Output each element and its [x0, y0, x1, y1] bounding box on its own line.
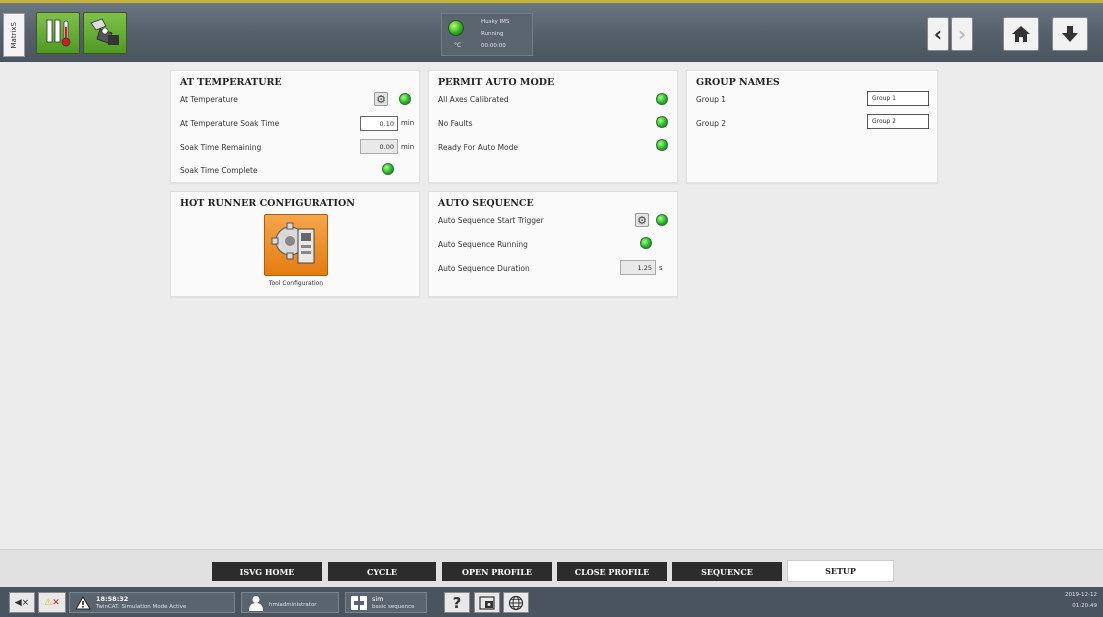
soak-time-label: At Temperature Soak Time	[180, 119, 280, 128]
mode-title: sim	[372, 595, 384, 603]
home-icon	[1012, 26, 1030, 42]
machine-state: Running	[481, 31, 504, 37]
group-1-label: Group 1	[696, 95, 726, 104]
bottom-tab-bar: ISVG HOME CYCLE OPEN PROFILE CLOSE PROFI…	[0, 549, 1103, 587]
date-readout: 2019-12-12	[1065, 592, 1097, 598]
axes-calibrated-label: All Axes Calibrated	[438, 95, 509, 104]
group-1-input[interactable]: Group 1	[867, 91, 929, 106]
user-panel[interactable]: hmiadministrator	[241, 592, 339, 613]
card-title: AUTO SEQUENCE	[438, 198, 534, 209]
top-bar: MatrixS Husky IMS Running °C 00:00:00 ‹ …	[0, 0, 1103, 62]
soak-remaining-value: 0.00	[360, 139, 398, 154]
start-trigger-label: Auto Sequence Start Trigger	[438, 216, 544, 225]
warning-icon	[75, 596, 91, 610]
at-temperature-card: AT TEMPERATURE At Temperature ⚙ At Tempe…	[170, 70, 420, 183]
machine-time: 00:00:00	[481, 43, 506, 49]
chevron-right-icon: ›	[957, 22, 967, 46]
machine-status-panel[interactable]: Husky IMS Running °C 00:00:00	[441, 13, 533, 56]
tab-open-profile[interactable]: OPEN PROFILE	[442, 562, 552, 581]
card-title: PERMIT AUTO MODE	[438, 77, 555, 88]
gear-tool-icon	[271, 222, 315, 264]
tab-sequence[interactable]: SEQUENCE	[672, 562, 782, 581]
soak-remaining-unit: min	[401, 143, 415, 151]
mute-button[interactable]: ◀×	[9, 592, 35, 613]
question-mark-icon: ?	[452, 593, 462, 612]
card-title: GROUP NAMES	[696, 77, 780, 88]
alarm-time: 18:58:32	[96, 595, 129, 603]
settings-gear-icon[interactable]: ⚙	[635, 213, 649, 227]
user-name: hmiadministrator	[269, 602, 317, 608]
alarm-panel[interactable]: 18:58:32 TwinCAT: Simulation Mode Active	[69, 592, 235, 613]
sequence-duration-label: Auto Sequence Duration	[438, 264, 530, 273]
mode-panel[interactable]: sim basic sequence	[345, 592, 427, 613]
arrow-down-icon	[1062, 26, 1078, 42]
help-button[interactable]: ?	[444, 592, 470, 613]
warning-cross-icon: ⚠✕	[44, 597, 60, 608]
screenshot-button[interactable]	[474, 592, 500, 613]
hot-runner-card: HOT RUNNER CONFIGURATION Tool Configurat…	[170, 191, 420, 297]
soak-complete-led	[382, 163, 394, 175]
card-title: HOT RUNNER CONFIGURATION	[180, 198, 355, 209]
globe-icon	[508, 595, 524, 610]
language-button[interactable]	[503, 592, 529, 613]
mode-subtitle: basic sequence	[372, 604, 415, 610]
no-faults-led	[656, 116, 668, 128]
status-led	[448, 20, 464, 36]
screenshot-icon	[479, 595, 495, 610]
tab-isvg-home[interactable]: ISVG HOME	[212, 562, 322, 581]
chevron-left-icon: ‹	[933, 22, 943, 46]
group-2-input[interactable]: Group 2	[867, 114, 929, 129]
soak-time-input[interactable]: 0.10	[360, 116, 398, 131]
ready-auto-led	[656, 139, 668, 151]
at-temperature-led	[399, 93, 411, 105]
user-icon	[249, 596, 263, 611]
settings-gear-icon[interactable]: ⚙	[374, 92, 388, 106]
auto-sequence-card: AUTO SEQUENCE Auto Sequence Start Trigge…	[428, 191, 678, 297]
tab-setup[interactable]: SETUP	[787, 560, 894, 582]
tool-configuration-label: Tool Configuration	[268, 280, 324, 287]
alarm-text: TwinCAT: Simulation Mode Active	[96, 604, 187, 610]
clock-readout: 01:20:49	[1072, 603, 1097, 609]
at-temperature-label: At Temperature	[180, 95, 238, 104]
tab-cycle[interactable]: CYCLE	[328, 562, 436, 581]
group-names-card: GROUP NAMES Group 1 Group 1 Group 2 Grou…	[686, 70, 938, 183]
ready-auto-label: Ready For Auto Mode	[438, 143, 519, 152]
soak-time-unit: min	[401, 119, 415, 127]
soak-remaining-label: Soak Time Remaining	[180, 143, 262, 152]
card-title: AT TEMPERATURE	[180, 77, 282, 88]
no-faults-label: No Faults	[438, 119, 473, 128]
temperature-button[interactable]	[36, 12, 80, 54]
tool-configuration-button[interactable]	[264, 214, 328, 276]
robot-arm-icon	[90, 18, 119, 45]
sequence-duration-value: 1.25	[620, 260, 656, 275]
machine-button[interactable]	[83, 12, 127, 54]
thermometer-icon	[46, 19, 71, 47]
sequence-duration-unit: s	[659, 264, 663, 272]
soak-complete-label: Soak Time Complete	[180, 166, 258, 175]
side-tab[interactable]: MatrixS	[3, 13, 25, 57]
axes-calibrated-led	[656, 93, 668, 105]
sequence-running-led	[640, 237, 652, 249]
system-name: Husky IMS	[481, 19, 510, 25]
alarm-reset-button[interactable]: ⚠✕	[38, 592, 66, 613]
tab-close-profile[interactable]: CLOSE PROFILE	[557, 562, 667, 581]
back-button[interactable]: ‹	[927, 17, 949, 51]
permit-auto-mode-card: PERMIT AUTO MODE All Axes Calibrated No …	[428, 70, 678, 183]
forward-button[interactable]: ›	[951, 17, 973, 51]
temperature-unit: °C	[454, 42, 462, 49]
speaker-muted-icon: ◀×	[14, 597, 30, 608]
mold-icon	[351, 596, 367, 610]
sequence-running-label: Auto Sequence Running	[438, 240, 528, 249]
status-bar: ◀× ⚠✕ 18:58:32 TwinCAT: Simulation Mode …	[0, 587, 1103, 617]
download-button[interactable]	[1052, 17, 1088, 51]
group-2-label: Group 2	[696, 119, 726, 128]
home-button[interactable]	[1003, 17, 1039, 51]
start-trigger-led	[656, 214, 668, 226]
